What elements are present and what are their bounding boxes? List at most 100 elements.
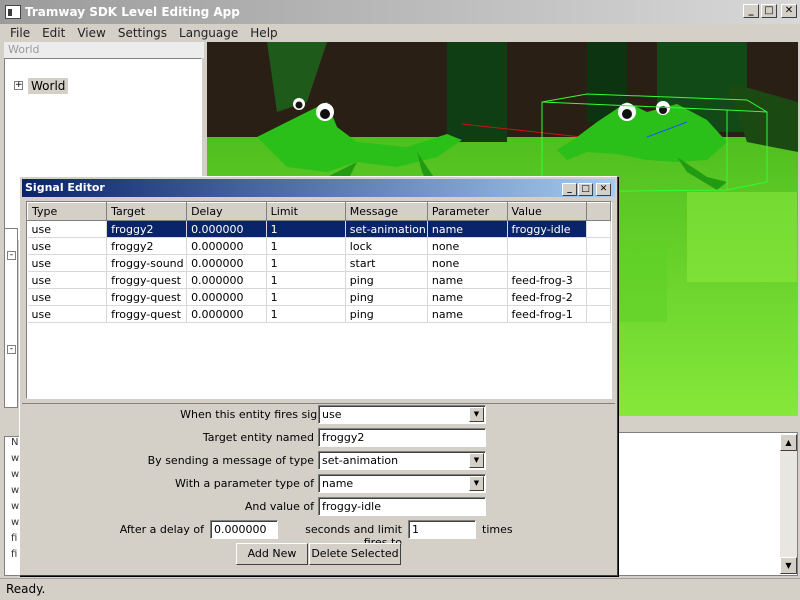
table-cell[interactable]: use [27, 288, 108, 306]
table-cell[interactable]: name [427, 220, 508, 238]
menu-file[interactable]: File [4, 26, 36, 40]
message-select-value: set-animation [322, 454, 399, 467]
properties-tree-panel: - - [4, 228, 18, 408]
column-header[interactable]: Value [506, 202, 588, 221]
table-row[interactable]: use froggy-quest 0.000000 1 ping name fe… [27, 305, 611, 323]
dialog-minimize-button[interactable]: _ [562, 183, 577, 196]
table-cell[interactable]: froggy2 [106, 237, 188, 255]
dialog-close-button[interactable]: ✕ [596, 183, 611, 196]
status-bar: Ready. [0, 578, 800, 600]
menu-help[interactable]: Help [244, 26, 283, 40]
table-cell[interactable]: froggy-quest [106, 271, 188, 289]
value-label: And value of [244, 500, 314, 513]
menu-language[interactable]: Language [173, 26, 244, 40]
table-cell[interactable]: 0.000000 [186, 288, 267, 306]
column-header[interactable]: Message [344, 202, 428, 221]
target-input[interactable]: froggy2 [318, 428, 486, 447]
chevron-down-icon[interactable]: ▼ [469, 407, 484, 422]
delay-input[interactable]: 0.000000 [210, 520, 278, 539]
maximize-button[interactable]: □ [761, 4, 777, 18]
signal-select-value: use [322, 408, 342, 421]
table-cell[interactable]: use [27, 305, 108, 323]
column-header[interactable]: Target [106, 202, 188, 221]
app-title: Tramway SDK Level Editing App [25, 5, 240, 19]
delete-selected-button[interactable]: Delete Selected [309, 543, 401, 565]
vertical-scrollbar[interactable]: ▲ ▼ [780, 434, 797, 574]
table-cell[interactable]: 1 [266, 288, 346, 306]
table-cell[interactable]: ping [345, 305, 428, 323]
table-cell[interactable]: feed-frog-1 [507, 305, 588, 323]
table-cell[interactable]: froggy2 [106, 220, 188, 238]
table-cell[interactable]: 0.000000 [186, 305, 267, 323]
table-cell[interactable]: 0.000000 [186, 220, 267, 238]
table-cell[interactable]: name [427, 271, 508, 289]
table-cell[interactable]: 1 [266, 220, 346, 238]
menu-edit[interactable]: Edit [36, 26, 71, 40]
target-label: Target entity named [202, 431, 314, 444]
table-cell[interactable]: ping [345, 288, 428, 306]
table-cell[interactable]: use [27, 220, 108, 238]
signal-table[interactable]: Type Target Delay Limit Message Paramete… [26, 201, 612, 399]
column-header[interactable]: Parameter [426, 202, 508, 221]
delay-label: After a delay of [119, 523, 204, 536]
table-cell[interactable]: lock [345, 237, 428, 255]
table-cell[interactable]: feed-frog-3 [507, 271, 588, 289]
table-cell[interactable]: use [27, 237, 108, 255]
table-cell[interactable] [507, 254, 588, 272]
column-header[interactable]: Limit [265, 202, 346, 221]
table-cell[interactable]: 1 [266, 305, 346, 323]
param-type-select[interactable]: name ▼ [318, 474, 486, 493]
close-button[interactable]: ✕ [781, 4, 797, 18]
table-cell[interactable]: 0.000000 [186, 254, 267, 272]
dialog-maximize-button[interactable]: □ [578, 183, 593, 196]
table-cell[interactable]: froggy-quest [106, 305, 188, 323]
scroll-down-icon[interactable]: ▼ [780, 557, 797, 574]
table-row[interactable]: use froggy-sound 0.000000 1 start none [27, 254, 611, 272]
column-header[interactable]: Type [27, 202, 108, 221]
app-title-bar: Tramway SDK Level Editing App _ □ ✕ [0, 0, 800, 24]
limit-input[interactable]: 1 [408, 520, 476, 539]
table-cell[interactable]: 1 [266, 237, 346, 255]
signal-select[interactable]: use ▼ [318, 405, 486, 424]
table-cell[interactable]: use [27, 254, 108, 272]
table-row[interactable]: use froggy2 0.000000 1 set-animation nam… [27, 220, 611, 238]
table-cell[interactable]: none [427, 254, 508, 272]
table-cell[interactable]: 1 [266, 254, 346, 272]
table-cell[interactable]: froggy-sound [106, 254, 188, 272]
table-cell[interactable]: none [427, 237, 508, 255]
scroll-up-icon[interactable]: ▲ [780, 434, 797, 451]
chevron-down-icon[interactable]: ▼ [469, 476, 484, 491]
collapse-icon[interactable]: - [7, 251, 16, 260]
value-input[interactable]: froggy-idle [318, 497, 486, 516]
dialog-title: Signal Editor [25, 181, 105, 194]
table-cell[interactable]: name [427, 305, 508, 323]
times-label: times [482, 523, 513, 536]
table-cell[interactable]: froggy-idle [507, 220, 588, 238]
table-cell[interactable] [507, 237, 588, 255]
menu-settings[interactable]: Settings [112, 26, 173, 40]
table-cell[interactable]: 0.000000 [186, 271, 267, 289]
tree-item-world[interactable]: World [28, 78, 69, 94]
table-row[interactable]: use froggy-quest 0.000000 1 ping name fe… [27, 271, 611, 289]
param-type-select-value: name [322, 477, 354, 490]
table-cell[interactable]: feed-frog-2 [507, 288, 588, 306]
table-cell[interactable]: name [427, 288, 508, 306]
table-cell[interactable]: ping [345, 271, 428, 289]
collapse-icon[interactable]: - [7, 345, 16, 354]
table-row[interactable]: use froggy2 0.000000 1 lock none [27, 237, 611, 255]
table-cell[interactable]: 0.000000 [186, 237, 267, 255]
world-panel-title: World [4, 42, 204, 58]
table-cell[interactable]: start [345, 254, 428, 272]
table-row[interactable]: use froggy-quest 0.000000 1 ping name fe… [27, 288, 611, 306]
chevron-down-icon[interactable]: ▼ [469, 453, 484, 468]
table-cell[interactable]: set-animation [345, 220, 428, 238]
table-cell[interactable]: use [27, 271, 108, 289]
menu-view[interactable]: View [71, 26, 111, 40]
message-select[interactable]: set-animation ▼ [318, 451, 486, 470]
table-cell[interactable]: 1 [266, 271, 346, 289]
column-header[interactable]: Delay [186, 202, 267, 221]
add-new-button[interactable]: Add New [236, 543, 308, 565]
tree-expand-icon[interactable]: + [14, 81, 23, 90]
table-cell[interactable]: froggy-quest [106, 288, 188, 306]
minimize-button[interactable]: _ [743, 4, 759, 18]
